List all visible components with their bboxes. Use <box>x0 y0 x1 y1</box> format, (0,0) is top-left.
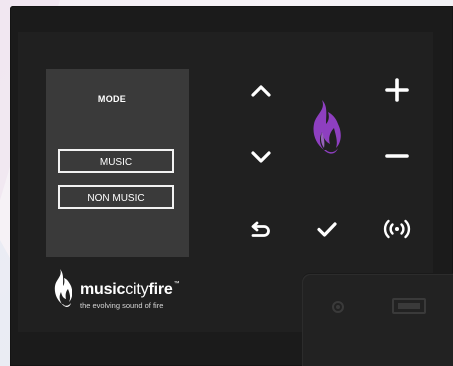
aux-port-icon <box>332 301 344 313</box>
down-button[interactable] <box>248 144 274 170</box>
brand-logo: musiccityfire™ the evolving sound of fir… <box>50 268 220 314</box>
minus-button[interactable] <box>384 143 410 169</box>
up-button[interactable] <box>248 78 274 104</box>
product-image: MODE MUSIC NON MUSIC musiccityfire™ the … <box>0 0 453 366</box>
flame-icon <box>313 100 341 154</box>
wireless-signal-icon <box>383 219 411 239</box>
checkmark-icon <box>317 222 337 237</box>
mode-music-button[interactable]: MUSIC <box>58 149 174 173</box>
mode-title: MODE <box>97 94 127 104</box>
brand-flame-icon <box>54 269 72 307</box>
brand-tagline: the evolving sound of fire <box>80 301 164 310</box>
brand-name-part1: music <box>80 281 126 298</box>
trademark: ™ <box>173 281 180 287</box>
brand-name-part3: fire <box>148 281 173 298</box>
back-button[interactable] <box>248 216 274 242</box>
chevron-up-icon <box>251 85 271 97</box>
minus-icon <box>385 154 409 158</box>
brand-name: musiccityfire™ <box>80 281 180 299</box>
mode-non-music-button[interactable]: NON MUSIC <box>58 185 174 209</box>
wireless-button[interactable] <box>382 216 412 242</box>
return-icon <box>251 221 270 237</box>
port-dock <box>302 274 453 366</box>
usb-port-icon <box>392 298 426 314</box>
plus-button[interactable] <box>384 77 410 103</box>
confirm-button[interactable] <box>314 216 340 242</box>
mode-panel: MODE MUSIC NON MUSIC <box>46 69 189 257</box>
chevron-down-icon <box>251 151 271 163</box>
brand-name-part2: city <box>125 281 149 298</box>
plus-icon <box>385 78 409 102</box>
